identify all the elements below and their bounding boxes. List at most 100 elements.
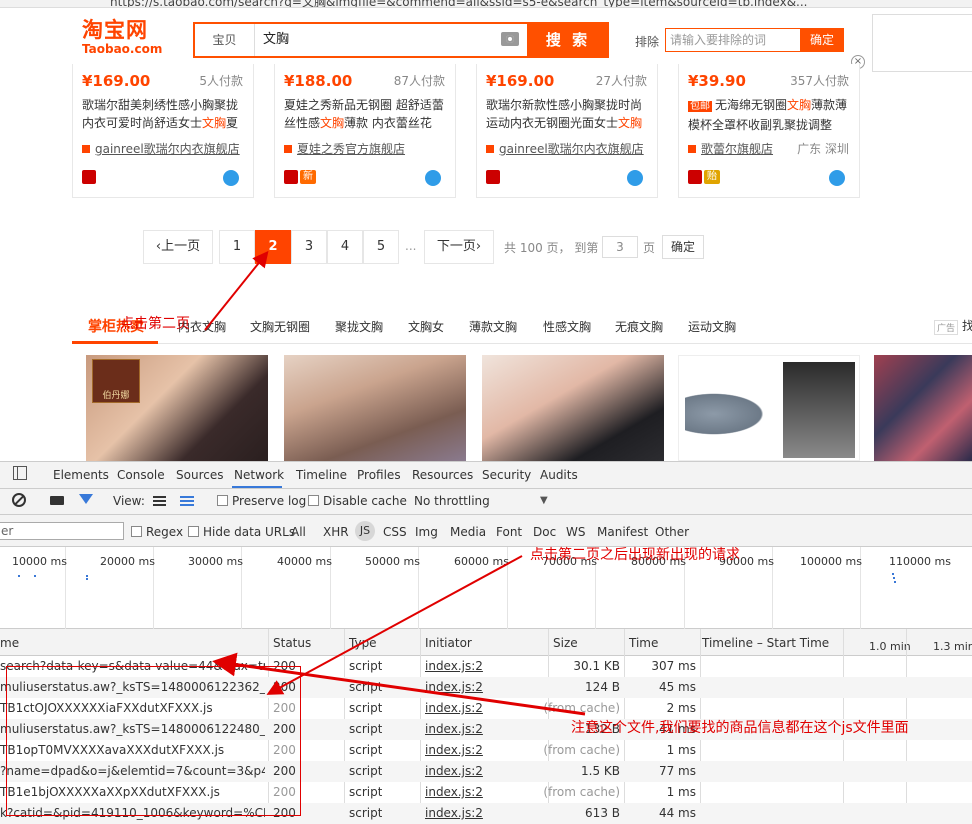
tab-console[interactable]: Console <box>117 468 165 482</box>
product-title[interactable]: 夏娃之秀新品无钢圈 超舒适蕾丝性感文胸薄款 内衣蕾丝花 <box>284 96 450 132</box>
tab-audits[interactable]: Audits <box>540 468 578 482</box>
filter-other[interactable]: Other <box>655 525 689 539</box>
page-4[interactable]: 4 <box>327 230 363 264</box>
exclude-input[interactable]: 请输入要排除的词 <box>665 28 801 52</box>
chevron-down-icon[interactable]: ▼ <box>540 495 548 506</box>
col-timeline[interactable]: Timeline – Start Time <box>702 636 829 650</box>
request-initiator[interactable]: index.js:2 <box>425 740 483 760</box>
next-page-button[interactable]: 下一页› <box>424 230 494 264</box>
filter-manifest[interactable]: Manifest <box>597 525 648 539</box>
filter-doc[interactable]: Doc <box>533 525 556 539</box>
waterfall-view-icon[interactable] <box>180 496 194 506</box>
tab-security[interactable]: Security <box>482 468 531 482</box>
hot-link[interactable]: 薄款文胸 <box>469 318 517 335</box>
camera-icon[interactable] <box>501 32 519 46</box>
page-jump-confirm[interactable]: 确定 <box>662 235 704 259</box>
col-status[interactable]: Status <box>273 636 311 650</box>
tab-network[interactable]: Network <box>234 468 284 482</box>
filter-input[interactable]: er <box>0 522 124 540</box>
page-1[interactable]: 1 <box>219 230 255 264</box>
request-initiator[interactable]: index.js:2 <box>425 698 483 718</box>
wangwang-icon[interactable] <box>829 170 845 186</box>
ad-more-link[interactable]: 找 <box>962 317 972 334</box>
clear-icon[interactable] <box>12 493 26 507</box>
product-card[interactable]: ¥188.00 87人付款 夏娃之秀新品无钢圈 超舒适蕾丝性感文胸薄款 内衣蕾丝… <box>274 64 456 198</box>
hot-link[interactable]: 文胸无钢圈 <box>250 318 310 335</box>
col-size[interactable]: Size <box>553 636 578 650</box>
regex-checkbox[interactable]: Regex <box>131 525 183 539</box>
product-title[interactable]: 包邮 无海绵无钢圈文胸薄款薄模杯全罩杯收副乳聚拢调整 <box>688 96 854 132</box>
col-type[interactable]: Type <box>349 636 377 650</box>
page-jump-input[interactable]: 3 <box>602 236 638 258</box>
disable-cache-checkbox[interactable]: Disable cache <box>308 494 407 508</box>
page-5[interactable]: 5 <box>363 230 399 264</box>
hide-data-urls-checkbox[interactable]: Hide data URLs <box>188 525 295 539</box>
address-bar[interactable]: https://s.taobao.com/search?q=文胸&imgfile… <box>0 0 972 8</box>
tab-timeline[interactable]: Timeline <box>296 468 347 482</box>
exclude-confirm-button[interactable]: 确定 <box>800 28 844 52</box>
request-initiator[interactable]: index.js:2 <box>425 761 483 781</box>
filter-icon[interactable] <box>79 494 93 504</box>
product-title[interactable]: 歌瑞尔新款性感小胸聚拢时尚运动内衣无钢圈光面女士文胸 <box>486 96 652 132</box>
page-2-current[interactable]: 2 <box>255 230 291 264</box>
request-initiator[interactable]: index.js:2 <box>425 677 483 697</box>
tab-resources[interactable]: Resources <box>412 468 473 482</box>
hot-link[interactable]: 文胸女 <box>408 318 444 335</box>
product-card[interactable]: ¥169.00 5人付款 歌瑞尔甜美刺绣性感小胸聚拢内衣可爱时尚舒适女士文胸夏 … <box>72 64 254 198</box>
throttling-select[interactable]: No throttling <box>414 494 490 508</box>
hot-product-image[interactable] <box>284 355 466 461</box>
checkbox-label: Disable cache <box>323 494 407 508</box>
preserve-log-checkbox[interactable]: Preserve log <box>217 494 306 508</box>
filter-xhr[interactable]: XHR <box>323 525 349 539</box>
hot-link[interactable]: 无痕文胸 <box>615 318 663 335</box>
shop-link[interactable]: 夏娃之秀官方旗舰店 <box>284 140 405 157</box>
free-shipping-tag: 包邮 <box>688 101 712 112</box>
product-title[interactable]: 歌瑞尔甜美刺绣性感小胸聚拢内衣可爱时尚舒适女士文胸夏 <box>82 96 248 132</box>
hot-product-image[interactable] <box>482 355 664 461</box>
wangwang-icon[interactable] <box>425 170 441 186</box>
filter-img[interactable]: Img <box>415 525 438 539</box>
shop-link[interactable]: gainreel歌瑞尔内衣旗舰店 <box>486 140 644 157</box>
hot-product-image[interactable]: 伯丹娜 <box>86 355 268 461</box>
hot-product-image[interactable] <box>678 355 860 461</box>
filter-media[interactable]: Media <box>450 525 486 539</box>
tab-profiles[interactable]: Profiles <box>357 468 401 482</box>
filter-css[interactable]: CSS <box>383 525 407 539</box>
col-name[interactable]: me <box>0 636 19 650</box>
hot-link[interactable]: 性感文胸 <box>543 318 591 335</box>
search-input[interactable]: 文胸 <box>263 24 503 56</box>
shop-link[interactable]: gainreel歌瑞尔内衣旗舰店 <box>82 140 240 157</box>
prev-page-button[interactable]: ‹上一页 <box>143 230 213 264</box>
page-3[interactable]: 3 <box>291 230 327 264</box>
dock-icon[interactable] <box>13 466 27 480</box>
hot-product-image[interactable] <box>874 355 972 461</box>
col-time[interactable]: Time <box>629 636 658 650</box>
shop-link[interactable]: 歌蕾尔旗舰店 <box>688 140 773 157</box>
product-card[interactable]: ¥169.00 27人付款 歌瑞尔新款性感小胸聚拢时尚运动内衣无钢圈光面女士文胸… <box>476 64 658 198</box>
filter-ws[interactable]: WS <box>566 525 585 539</box>
list-view-icon[interactable] <box>153 496 166 506</box>
hot-link[interactable]: 聚拢文胸 <box>335 318 383 335</box>
col-initiator[interactable]: Initiator <box>425 636 472 650</box>
search-category-select[interactable]: 宝贝 <box>195 24 255 56</box>
search-button[interactable]: 搜 索 <box>527 22 609 58</box>
hot-link[interactable]: 运动文胸 <box>688 318 736 335</box>
request-type: script <box>349 806 383 820</box>
filter-js[interactable]: JS <box>355 521 375 541</box>
overview-request-mark <box>892 573 894 575</box>
wangwang-icon[interactable] <box>627 170 643 186</box>
tab-elements[interactable]: Elements <box>53 468 109 482</box>
exclude-label: 排除 <box>635 35 660 49</box>
product-card[interactable]: ¥39.90 357人付款 包邮 无海绵无钢圈文胸薄款薄模杯全罩杯收副乳聚拢调整 … <box>678 64 860 198</box>
request-initiator[interactable]: index.js:2 <box>425 656 483 676</box>
filter-all[interactable]: All <box>291 525 306 539</box>
taobao-logo[interactable]: 淘宝网 Taobao.com <box>82 18 172 60</box>
wangwang-icon[interactable] <box>223 170 239 186</box>
request-initiator[interactable]: index.js:2 <box>425 782 483 802</box>
request-initiator[interactable]: index.js:2 <box>425 803 483 823</box>
filter-font[interactable]: Font <box>496 525 522 539</box>
capture-screenshots-icon[interactable] <box>50 496 64 505</box>
tab-sources[interactable]: Sources <box>176 468 223 482</box>
request-initiator[interactable]: index.js:2 <box>425 719 483 739</box>
network-overview[interactable]: 10000 ms 20000 ms 30000 ms 40000 ms 5000… <box>0 547 972 629</box>
